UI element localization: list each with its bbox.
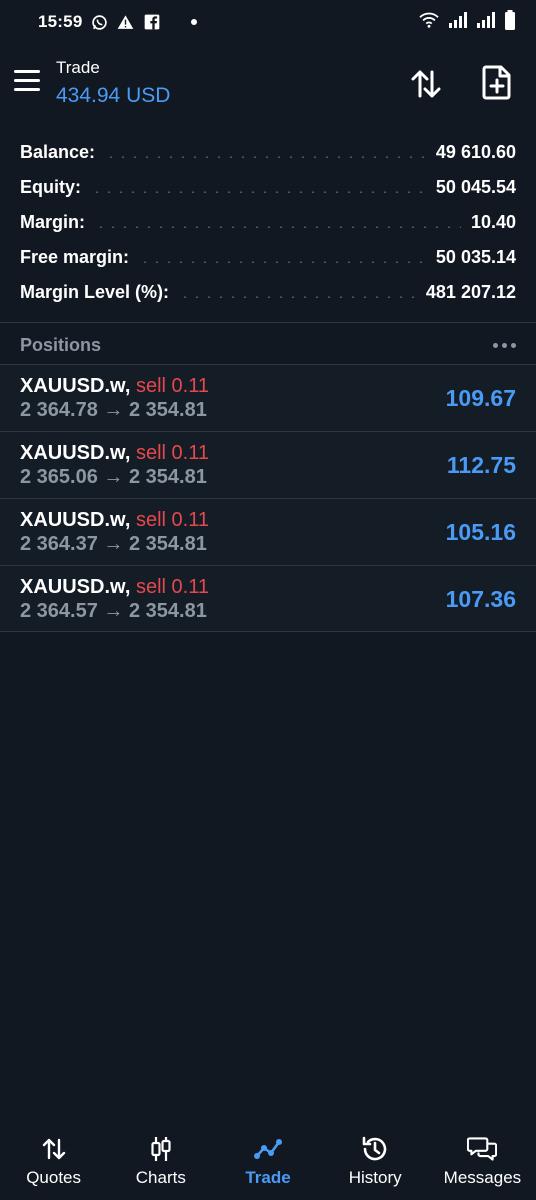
bottom-nav: Quotes Charts Trade History Messages xyxy=(0,1126,536,1200)
summary-value: 49 610.60 xyxy=(435,142,516,162)
menu-icon-bar xyxy=(14,79,40,82)
position-title: XAUUSD.w, sell 0.11 xyxy=(20,509,209,532)
positions-title: Positions xyxy=(20,334,102,355)
nav-messages[interactable]: Messages xyxy=(429,1126,536,1200)
positions-list: XAUUSD.w, sell 0.11 2 364.78 → 2 354.81 … xyxy=(0,364,536,632)
position-symbol: XAUUSD.w, xyxy=(20,442,131,464)
position-side: sell 0.11 xyxy=(135,442,209,464)
facebook-icon xyxy=(143,14,160,31)
position-profit: 105.16 xyxy=(445,519,516,545)
nav-label: Messages xyxy=(443,1168,522,1187)
position-profit: 109.67 xyxy=(445,385,516,411)
summary-value: 481 207.12 xyxy=(425,282,516,302)
dotted-leader xyxy=(179,295,416,298)
position-prices: 2 364.57 → 2 354.81 xyxy=(20,600,207,622)
dotted-leader xyxy=(139,260,426,263)
menu-icon-bar xyxy=(14,88,40,91)
summary-label: Margin: xyxy=(20,212,85,232)
nav-quotes[interactable]: Quotes xyxy=(0,1126,107,1200)
position-side: sell 0.11 xyxy=(135,509,209,531)
dotted-leader xyxy=(105,155,426,158)
position-row[interactable]: XAUUSD.w, sell 0.11 2 364.37 → 2 354.81 … xyxy=(0,498,536,565)
summary-row-equity: Equity: 50 045.54 xyxy=(0,170,536,205)
position-symbol: XAUUSD.w, xyxy=(20,509,131,531)
messages-bubbles-icon xyxy=(467,1134,498,1164)
dotted-leader xyxy=(91,190,426,193)
position-prices: 2 364.78 → 2 354.81 xyxy=(20,399,207,421)
nav-history[interactable]: History xyxy=(322,1126,429,1200)
summary-label: Free margin: xyxy=(20,247,130,267)
summary-row-margin-level: Margin Level (%): 481 207.12 xyxy=(0,275,536,310)
signal-icon xyxy=(448,11,468,33)
section-divider xyxy=(0,322,536,323)
summary-row-margin: Margin: 10.40 xyxy=(0,205,536,240)
quotes-arrows-icon xyxy=(39,1134,69,1164)
position-side: sell 0.11 xyxy=(135,375,209,397)
page-title: Trade xyxy=(56,58,100,77)
trade-line-icon xyxy=(253,1134,283,1164)
nav-label: Quotes xyxy=(26,1168,81,1187)
nav-label: History xyxy=(348,1168,402,1187)
position-side: sell 0.11 xyxy=(135,576,209,598)
position-row[interactable]: XAUUSD.w, sell 0.11 2 364.57 → 2 354.81 … xyxy=(0,565,536,632)
summary-value: 10.40 xyxy=(470,212,516,232)
status-right xyxy=(418,9,516,35)
dotted-leader xyxy=(95,225,461,228)
summary-row-free-margin: Free margin: 50 035.14 xyxy=(0,240,536,275)
warning-icon xyxy=(117,14,134,31)
position-profit: 107.36 xyxy=(445,586,516,612)
summary-value: 50 035.14 xyxy=(435,247,516,267)
sort-arrows-icon xyxy=(411,70,441,98)
whatsapp-icon xyxy=(91,14,108,31)
menu-button[interactable] xyxy=(14,70,42,94)
more-dot xyxy=(511,342,516,348)
nav-charts[interactable]: Charts xyxy=(107,1126,214,1200)
new-document-icon xyxy=(482,65,511,100)
nav-trade[interactable]: Trade xyxy=(214,1126,321,1200)
summary-label: Equity: xyxy=(20,177,81,197)
summary-row-balance: Balance: 49 610.60 xyxy=(0,135,536,170)
summary-label: Balance: xyxy=(20,142,96,162)
summary-label: Margin Level (%): xyxy=(20,282,170,302)
position-profit: 112.75 xyxy=(446,452,516,478)
position-title: XAUUSD.w, sell 0.11 xyxy=(20,375,209,398)
position-symbol: XAUUSD.w, xyxy=(20,375,131,397)
status-time: 15:59 xyxy=(38,12,83,31)
position-title: XAUUSD.w, sell 0.11 xyxy=(20,576,209,599)
history-clock-icon xyxy=(360,1134,390,1164)
notification-dot xyxy=(191,19,198,25)
summary-value: 50 045.54 xyxy=(435,177,516,197)
nav-label: Trade xyxy=(245,1168,291,1187)
more-dot xyxy=(502,342,507,348)
more-options-button[interactable] xyxy=(493,337,516,354)
account-summary: Balance: 49 610.60 Equity: 50 045.54 Mar… xyxy=(0,135,536,310)
sort-button[interactable] xyxy=(408,66,448,106)
wifi-icon xyxy=(418,11,440,34)
profit-total: 434.94 USD xyxy=(56,84,171,107)
status-left: 15:59 xyxy=(38,12,198,32)
position-row[interactable]: XAUUSD.w, sell 0.11 2 364.78 → 2 354.81 … xyxy=(0,364,536,431)
status-bar: 15:59 xyxy=(0,0,536,44)
position-prices: 2 364.37 → 2 354.81 xyxy=(20,533,207,555)
menu-icon xyxy=(14,70,40,73)
battery-icon xyxy=(504,9,516,35)
app-header: Trade 434.94 USD xyxy=(0,52,536,116)
signal-icon-2 xyxy=(476,11,496,33)
position-row[interactable]: XAUUSD.w, sell 0.11 2 365.06 → 2 354.81 … xyxy=(0,431,536,498)
nav-label: Charts xyxy=(135,1168,186,1187)
new-order-button[interactable] xyxy=(480,64,520,104)
position-title: XAUUSD.w, sell 0.11 xyxy=(20,442,209,465)
position-prices: 2 365.06 → 2 354.81 xyxy=(20,466,207,488)
positions-header: Positions xyxy=(0,326,536,364)
more-dots-icon xyxy=(493,342,498,348)
position-symbol: XAUUSD.w, xyxy=(20,576,131,598)
candlestick-icon xyxy=(146,1134,176,1164)
